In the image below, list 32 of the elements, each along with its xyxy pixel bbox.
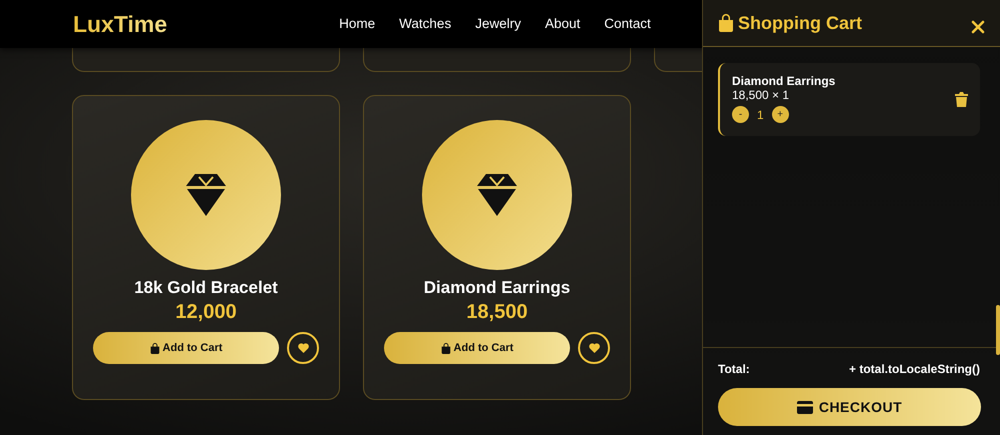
total-label: Total:	[718, 361, 750, 378]
diamond-icon	[186, 174, 226, 216]
heart-icon	[588, 343, 600, 354]
bag-icon	[718, 14, 734, 32]
nav-link[interactable]: Jewelry	[465, 14, 531, 34]
bag-icon	[440, 342, 451, 354]
bag-icon	[150, 342, 160, 354]
product-name: 18k Gold Bracelet	[134, 278, 278, 298]
product-price: 12,000	[175, 300, 237, 324]
diamond-icon	[477, 174, 517, 216]
nav-link[interactable]: Home	[329, 14, 386, 34]
favorite-button[interactable]	[578, 332, 610, 364]
cart-title: Shopping Cart	[738, 12, 862, 35]
product-price: 18,500	[466, 300, 528, 324]
product-name: Diamond Earrings	[424, 278, 570, 298]
checkout-button[interactable]: CHECKOUT	[718, 388, 981, 426]
nav-link[interactable]: Watches	[389, 14, 462, 34]
credit-card-icon	[796, 400, 813, 414]
heart-icon	[298, 343, 308, 354]
trash-icon	[955, 92, 968, 107]
nav-link[interactable]: Contact	[594, 14, 661, 34]
plus-button[interactable]: +	[772, 106, 789, 124]
quantity-text: 1	[757, 106, 764, 124]
item-name: Diamond Earrings	[732, 75, 836, 88]
total-value: + total.toLocaleString()	[848, 361, 980, 378]
scrollbar-thumb[interactable]	[996, 305, 1000, 355]
favorite-button[interactable]	[287, 332, 319, 364]
minus-button[interactable]: -	[732, 106, 749, 124]
add-to-cart-button[interactable]: Add to Cart	[384, 332, 570, 364]
item-price: 18,500 × 1	[732, 88, 790, 102]
nav-link[interactable]: About	[534, 14, 590, 34]
add-to-cart-button[interactable]: Add to Cart	[93, 332, 279, 364]
